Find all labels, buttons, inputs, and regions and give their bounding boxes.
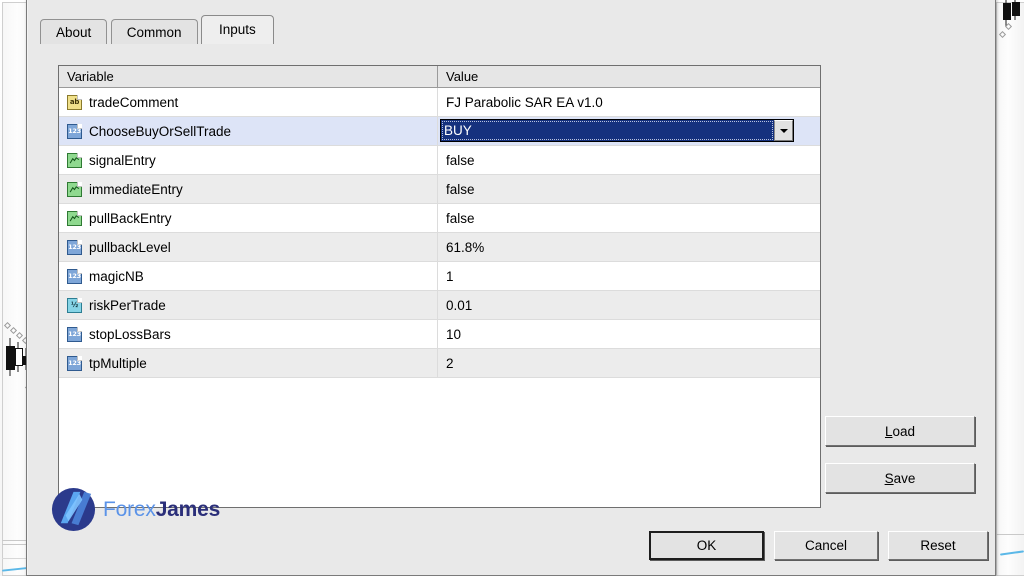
integer-type-icon: 123 <box>67 355 82 371</box>
load-button-label: oad <box>892 423 916 439</box>
table-header-row: Variable Value <box>59 66 820 88</box>
cell-variable: 123 pullbackLevel <box>59 233 438 261</box>
cell-variable: signalEntry <box>59 146 438 174</box>
variable-name: riskPerTrade <box>89 297 166 313</box>
boolean-type-icon <box>67 152 82 168</box>
column-header-variable[interactable]: Variable <box>59 66 438 87</box>
combobox-selected-value[interactable]: BUY <box>441 120 774 141</box>
cell-variable: 123 ChooseBuyOrSellTrade <box>59 117 438 145</box>
candlestick <box>15 342 23 372</box>
cell-value[interactable]: false <box>438 146 820 174</box>
candlestick <box>6 338 15 376</box>
ok-button[interactable]: OK <box>649 531 764 560</box>
table-row[interactable]: immediateEntry false <box>59 175 820 204</box>
cell-value[interactable]: 1 <box>438 262 820 290</box>
cell-value[interactable]: false <box>438 204 820 232</box>
variable-name: pullBackEntry <box>89 210 172 226</box>
table-row[interactable]: 123 pullbackLevel 61.8% <box>59 233 820 262</box>
cell-variable: immediateEntry <box>59 175 438 203</box>
integer-type-icon: 123 <box>67 123 82 139</box>
load-button-mnemonic: L <box>884 423 893 439</box>
variable-name: magicNB <box>89 268 144 284</box>
cell-value[interactable]: 10 <box>438 320 820 348</box>
cancel-button[interactable]: Cancel <box>774 531 878 560</box>
string-type-icon: ab <box>67 94 82 110</box>
logo-text-forex: Forex <box>103 497 156 521</box>
save-button-mnemonic: S <box>884 470 894 486</box>
tab-inputs[interactable]: Inputs <box>200 15 274 44</box>
cell-variable: 123 stopLossBars <box>59 320 438 348</box>
chart-pane-right <box>996 2 1024 576</box>
save-button[interactable]: Save <box>825 463 975 493</box>
forexjames-logo: ForexJames <box>50 486 220 533</box>
table-row[interactable]: pullBackEntry false <box>59 204 820 233</box>
value-combobox[interactable]: BUY <box>440 119 794 142</box>
cell-value[interactable]: 0.01 <box>438 291 820 319</box>
cell-value[interactable]: 2 <box>438 349 820 377</box>
cell-variable: 123 magicNB <box>59 262 438 290</box>
pane-divider <box>996 534 1024 535</box>
cell-variable: 123 tpMultiple <box>59 349 438 377</box>
double-type-icon: ½ <box>67 297 82 313</box>
cell-value[interactable]: FJ Parabolic SAR EA v1.0 <box>438 88 820 116</box>
logo-wordmark: ForexJames <box>103 498 220 522</box>
table-row[interactable]: ab tradeComment FJ Parabolic SAR EA v1.0 <box>59 88 820 117</box>
load-button[interactable]: Load <box>825 416 975 446</box>
cell-value[interactable]: 61.8% <box>438 233 820 261</box>
cell-value[interactable]: false <box>438 175 820 203</box>
table-row[interactable]: ½ riskPerTrade 0.01 <box>59 291 820 320</box>
reset-button[interactable]: Reset <box>888 531 988 560</box>
table-row[interactable]: 123 magicNB 1 <box>59 262 820 291</box>
variable-name: signalEntry <box>89 152 156 168</box>
dialog-body: About Common Inputs Variable Value ab tr… <box>27 0 995 575</box>
table-row[interactable]: 123 stopLossBars 10 <box>59 320 820 349</box>
integer-type-icon: 123 <box>67 268 82 284</box>
expert-advisor-properties-dialog: About Common Inputs Variable Value ab tr… <box>26 0 996 576</box>
logo-text-james: James <box>155 497 221 521</box>
boolean-type-icon <box>67 181 82 197</box>
variable-name: pullbackLevel <box>89 239 171 255</box>
tab-common[interactable]: Common <box>110 19 198 44</box>
boolean-type-icon <box>67 210 82 226</box>
variable-name: stopLossBars <box>89 326 171 342</box>
inputs-table[interactable]: Variable Value ab tradeComment FJ Parabo… <box>58 65 821 508</box>
table-row[interactable]: 123 tpMultiple 2 <box>59 349 820 378</box>
integer-type-icon: 123 <box>67 239 82 255</box>
column-header-value[interactable]: Value <box>438 66 820 87</box>
tab-strip: About Common Inputs <box>40 15 274 44</box>
forexjames-logo-icon <box>51 487 96 532</box>
variable-name: tradeComment <box>89 94 179 110</box>
tab-about[interactable]: About <box>40 19 108 44</box>
variable-name: ChooseBuyOrSellTrade <box>89 123 232 139</box>
candlestick <box>1012 0 1020 20</box>
variable-name: immediateEntry <box>89 181 183 197</box>
cell-variable: pullBackEntry <box>59 204 438 232</box>
table-row[interactable]: signalEntry false <box>59 146 820 175</box>
cell-variable: ½ riskPerTrade <box>59 291 438 319</box>
cell-variable: ab tradeComment <box>59 88 438 116</box>
save-button-label: ave <box>893 470 916 486</box>
chevron-down-icon[interactable] <box>774 120 793 141</box>
variable-name: tpMultiple <box>89 355 147 371</box>
cell-value[interactable]: BUY <box>438 117 820 145</box>
table-row-selected[interactable]: 123 ChooseBuyOrSellTrade BUY <box>59 117 820 146</box>
integer-type-icon: 123 <box>67 326 82 342</box>
